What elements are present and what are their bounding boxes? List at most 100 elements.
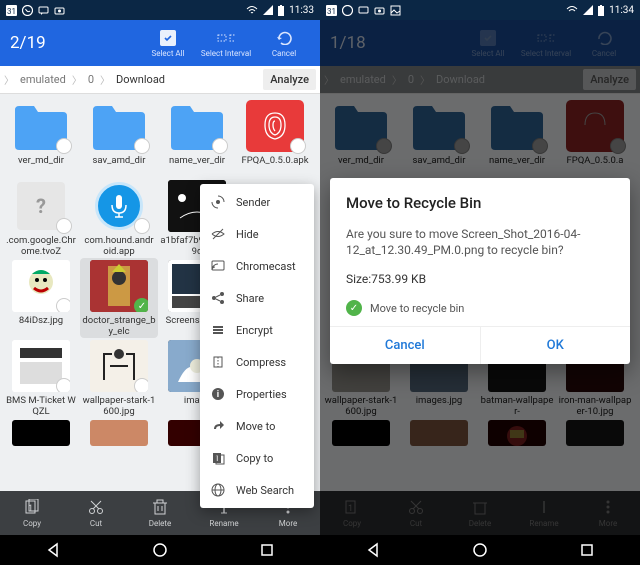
crumb[interactable]: 0: [86, 71, 96, 88]
thumbnail: [90, 420, 148, 446]
dialog-cancel-button[interactable]: Cancel: [330, 327, 481, 364]
dialog-message: Are you sure to move Screen_Shot_2016-04…: [346, 226, 614, 258]
battery-icon: [598, 5, 604, 16]
chevron-icon: 〉: [100, 72, 110, 87]
menu-moveto[interactable]: Move to: [200, 410, 314, 442]
delete-button[interactable]: Delete: [128, 491, 192, 535]
chromecast-icon: [210, 258, 226, 274]
crumb[interactable]: emulated: [18, 71, 68, 88]
camera-icon: [374, 5, 385, 16]
home-button[interactable]: [150, 540, 170, 560]
arrow-icon: [210, 418, 226, 434]
file-item[interactable]: ?.com.google.Chrome.tvoZ: [2, 178, 80, 258]
thumbnail: [12, 260, 70, 312]
camera-icon: [54, 5, 65, 16]
screen-left: 31 11:33 2/19 Select All Select Interval: [0, 0, 320, 565]
dialog-ok-button[interactable]: OK: [481, 327, 631, 364]
menu-sender[interactable]: Sender: [200, 186, 314, 218]
crumb-current[interactable]: Download: [114, 71, 167, 88]
info-icon: i: [210, 386, 226, 402]
sender-icon: [210, 194, 226, 210]
thumbnail: [12, 340, 70, 392]
image-item[interactable]: 84iDsz.jpg: [2, 258, 80, 338]
calendar-icon: 31: [326, 5, 337, 16]
back-button[interactable]: [363, 540, 383, 560]
whatsapp-icon: [22, 5, 33, 16]
undo-icon: [275, 29, 293, 47]
menu-encrypt[interactable]: Encrypt: [200, 314, 314, 346]
apk-item[interactable]: FPQA_0.5.0.apk: [236, 98, 314, 178]
menu-copyto[interactable]: 1Copy to: [200, 442, 314, 474]
image-item[interactable]: wallpaper-stark-1600.jpg: [80, 338, 158, 418]
signal-icon: [263, 5, 273, 15]
chat-icon: [358, 5, 369, 16]
recent-button[interactable]: [577, 540, 597, 560]
wifi-icon: [566, 5, 578, 15]
interval-icon: [217, 29, 235, 47]
encrypt-icon: [210, 322, 226, 338]
thumbnail: [12, 420, 70, 446]
image-item[interactable]: BMS M-Ticket WQZL: [2, 338, 80, 418]
svg-text:31: 31: [327, 7, 336, 16]
nav-bar: [0, 535, 320, 565]
thumbnail: [90, 260, 148, 312]
breadcrumb: 〉 emulated 〉 0 〉 Download Analyze: [0, 66, 320, 94]
dialog-checkbox[interactable]: ✓ Move to recycle bin: [346, 300, 614, 316]
chat-icon: [38, 5, 49, 16]
context-menu: Sender Hide Chromecast Share Encrypt Com…: [200, 184, 314, 508]
nav-bar: [320, 535, 640, 565]
back-button[interactable]: [43, 540, 63, 560]
folder-item[interactable]: ver_md_dir: [2, 98, 80, 178]
menu-hide[interactable]: Hide: [200, 218, 314, 250]
status-bar: 31 11:34: [320, 0, 640, 20]
status-time: 11:33: [289, 5, 314, 16]
checkbox-icon: [159, 29, 177, 47]
dialog-title: Move to Recycle Bin: [346, 194, 614, 212]
chevron-icon: 〉: [72, 72, 82, 87]
menu-compress[interactable]: Compress: [200, 346, 314, 378]
analyze-button[interactable]: Analyze: [263, 69, 316, 90]
menu-chromecast[interactable]: Chromecast: [200, 250, 314, 282]
svg-text:i: i: [217, 390, 219, 400]
trash-icon: [151, 498, 169, 516]
select-all-button[interactable]: Select All: [142, 29, 194, 58]
home-button[interactable]: [470, 540, 490, 560]
menu-properties[interactable]: iProperties: [200, 378, 314, 410]
selection-count: 2/19: [10, 33, 136, 53]
recycle-dialog: Move to Recycle Bin Are you sure to move…: [330, 178, 630, 364]
status-bar: 31 11:33: [0, 0, 320, 20]
compress-icon: [210, 354, 226, 370]
chevron-icon: 〉: [4, 72, 14, 87]
image-item[interactable]: [2, 418, 80, 447]
recent-button[interactable]: [257, 540, 277, 560]
menu-websearch[interactable]: Web Search: [200, 474, 314, 506]
dialog-size: Size:753.99 KB: [346, 272, 614, 286]
image-item[interactable]: [80, 418, 158, 447]
action-bar: 2/19 Select All Select Interval Cancel: [0, 20, 320, 66]
hide-icon: [210, 226, 226, 242]
copy-icon: 1: [23, 498, 41, 516]
thumbnail: [90, 340, 148, 392]
cancel-button[interactable]: Cancel: [258, 29, 310, 58]
screen-right: 31 11:34 1/18 Select All Select Inte: [320, 0, 640, 565]
signal-icon: [583, 5, 593, 15]
check-icon: ✓: [346, 300, 362, 316]
folder-item[interactable]: name_ver_dir: [158, 98, 236, 178]
calendar-icon: 31: [6, 5, 17, 16]
svg-text:31: 31: [7, 7, 16, 16]
select-interval-button[interactable]: Select Interval: [200, 29, 252, 58]
wifi-icon: [246, 5, 258, 15]
cut-button[interactable]: Cut: [64, 491, 128, 535]
share-icon: [210, 290, 226, 306]
folder-item[interactable]: sav_amd_dir: [80, 98, 158, 178]
file-item[interactable]: com.hound.android.app: [80, 178, 158, 258]
scissors-icon: [87, 498, 105, 516]
status-time: 11:34: [609, 5, 634, 16]
copy-button[interactable]: 1Copy: [0, 491, 64, 535]
whatsapp-icon: [342, 5, 353, 16]
menu-share[interactable]: Share: [200, 282, 314, 314]
image-icon: [390, 5, 401, 16]
image-item-selected[interactable]: doctor_strange_by_elc: [80, 258, 158, 338]
globe-icon: [210, 482, 226, 498]
copy-icon: 1: [210, 450, 226, 466]
